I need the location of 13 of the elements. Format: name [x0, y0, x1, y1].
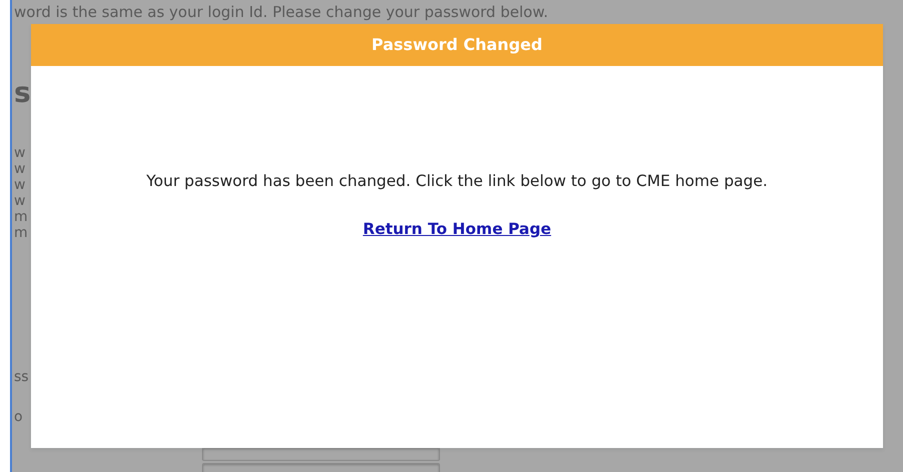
dialog-title: Password Changed: [31, 24, 883, 66]
notice-text: word is the same as your login Id. Please change your password below.: [14, 2, 548, 21]
home-link[interactable]: Return To Home Page: [362, 220, 552, 238]
field-label: ss: [14, 369, 29, 385]
field-label: o: [14, 409, 23, 425]
rule-text: w: [14, 145, 26, 161]
rule-text: w: [14, 161, 26, 177]
message-text: Your password has been changed. Click the link below to go to CME home page.: [145, 171, 769, 192]
rule-text: m: [14, 209, 28, 225]
rule-text: w: [14, 193, 26, 209]
rule-text: m: [14, 225, 28, 241]
rule-text: w: [14, 177, 26, 193]
page-heading: s: [14, 77, 31, 109]
